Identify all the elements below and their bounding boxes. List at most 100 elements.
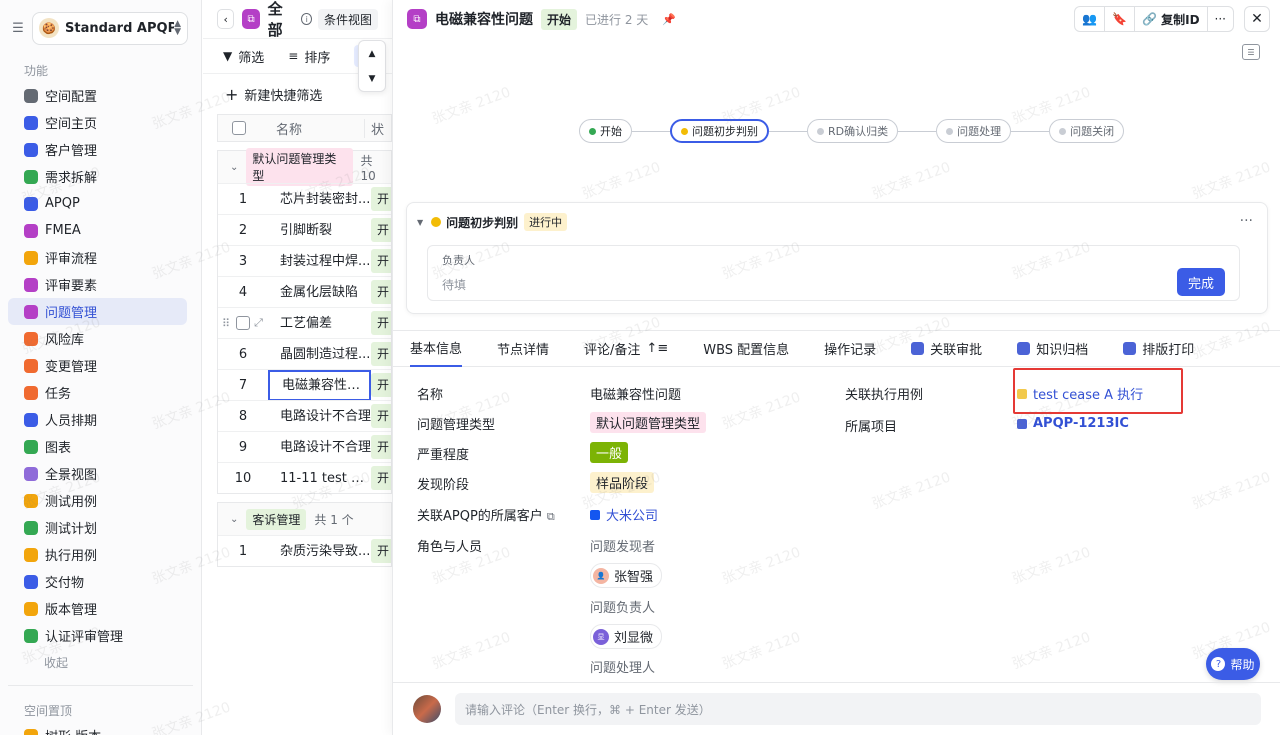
table-row[interactable]: 7 电磁兼容性问题开 xyxy=(218,369,391,401)
group-chevron-icon[interactable]: ⌄ xyxy=(230,514,238,525)
sidebar-item[interactable]: 空间配置 xyxy=(8,82,187,109)
row-status[interactable]: 开 xyxy=(371,466,391,490)
sidebar-item[interactable]: 交付物 xyxy=(8,568,187,595)
help-button[interactable]: ? 帮助 xyxy=(1206,648,1260,680)
sidebar-item[interactable]: 执行用例 xyxy=(8,541,187,568)
table-row[interactable]: 10 11-11 test cas...开 xyxy=(218,462,391,493)
filter-button[interactable]: ▼ 筛选 xyxy=(223,47,264,66)
field-phase-value[interactable]: 样品阶段 xyxy=(590,472,655,493)
row-name[interactable]: 11-11 test cas... xyxy=(268,463,371,494)
row-name[interactable]: 电路设计不合理 xyxy=(268,401,371,432)
field-customer-value[interactable]: 大米公司 xyxy=(590,505,658,524)
row-name[interactable]: 杂质污染导致... xyxy=(268,536,371,567)
status-badge[interactable]: 开始 xyxy=(541,8,578,30)
table-row[interactable]: ⠿ ⤢ 工艺偏差开 xyxy=(218,307,391,338)
row-status[interactable]: 开 xyxy=(371,280,391,304)
field-type-value[interactable]: 默认问题管理类型 xyxy=(590,412,707,433)
sidebar-item[interactable]: 问题管理 xyxy=(8,298,187,325)
sidebar-item[interactable]: APQP xyxy=(8,190,187,217)
table-row[interactable]: 2 引脚断裂开 xyxy=(218,214,391,245)
row-name[interactable]: 晶圆制造过程... xyxy=(268,339,371,370)
members-icon[interactable]: 👥 xyxy=(1075,7,1106,31)
stage-owner-input[interactable]: 待填 xyxy=(442,276,1225,293)
row-status[interactable]: 开 xyxy=(371,187,391,211)
comment-input[interactable]: 请输入评论（Enter 换行，⌘ + Enter 发送） xyxy=(455,693,1261,725)
row-status[interactable]: 开 xyxy=(371,249,391,273)
tab-item[interactable]: 操作记录 xyxy=(824,330,876,367)
row-name[interactable]: 引脚断裂 xyxy=(268,215,371,246)
back-icon[interactable]: ‹ xyxy=(217,9,235,29)
tab-item[interactable]: 评论/备注 ↑≡ xyxy=(584,330,668,367)
table-row[interactable]: 1 杂质污染导致... 开 xyxy=(218,535,391,566)
table-row[interactable]: 1 芯片封装密封... 开 xyxy=(218,183,391,214)
table-row[interactable]: 3 封装过程中焊... 开 xyxy=(218,245,391,276)
info-icon[interactable]: i xyxy=(301,13,312,25)
sidebar-item[interactable]: 风险库 xyxy=(8,325,187,352)
table-row[interactable]: 6 晶圆制造过程... 开 xyxy=(218,338,391,369)
row-name[interactable]: 封装过程中焊... xyxy=(268,246,371,277)
sidebar-item[interactable]: 测试用例 xyxy=(8,487,187,514)
tab-item[interactable]: WBS 配置信息 xyxy=(703,330,789,367)
owner-person[interactable]: 显刘显微 xyxy=(590,624,663,649)
select-all-checkbox[interactable] xyxy=(232,121,246,135)
tab-item[interactable]: 关联审批 xyxy=(911,330,982,367)
tab-item[interactable]: 排版打印 xyxy=(1123,330,1194,367)
finder-person[interactable]: 👤 张智强 xyxy=(590,563,663,588)
sort-button[interactable]: ≡ 排序 xyxy=(288,47,330,66)
sidebar-item[interactable]: 版本管理 xyxy=(8,595,187,622)
sidebar-pinned-item[interactable]: 树形 版本 xyxy=(8,722,187,735)
expand-icon[interactable]: ⤢ xyxy=(254,316,263,330)
row-status[interactable]: 开 xyxy=(371,435,391,459)
row-name[interactable]: 电路设计不合理 xyxy=(268,432,371,463)
sidebar-item[interactable]: 认证评审管理 xyxy=(8,622,187,649)
row-status[interactable]: 开 xyxy=(371,404,391,428)
row-status[interactable]: 开 xyxy=(371,373,391,397)
field-severity-value[interactable]: 一般 xyxy=(590,442,629,463)
list-title[interactable]: 全部 xyxy=(268,0,294,40)
sidebar-collapse-icon[interactable]: ☰ xyxy=(10,20,26,36)
flow-node[interactable]: 开始 xyxy=(579,119,632,143)
sidebar-item[interactable]: 变更管理 xyxy=(8,352,187,379)
field-project-value[interactable]: APQP-1213IC xyxy=(1017,416,1129,431)
sort-order-icon[interactable]: ↑≡ xyxy=(646,341,668,356)
flow-node[interactable]: 问题初步判别 xyxy=(670,119,769,143)
row-checkbox[interactable] xyxy=(236,316,251,330)
layout-toggle-icon[interactable]: ☰ xyxy=(1242,44,1260,60)
sidebar-item[interactable]: 需求拆解 xyxy=(8,163,187,190)
tab-item[interactable]: 基本信息 xyxy=(410,330,463,367)
row-name[interactable]: 电磁兼容性问题 xyxy=(268,369,371,401)
field-name-value[interactable]: 电磁兼容性问题 xyxy=(590,384,681,403)
row-status[interactable]: 开 xyxy=(371,218,391,242)
more-icon[interactable]: ··· xyxy=(1208,7,1233,31)
drag-handle-icon[interactable]: ⠿ xyxy=(222,317,230,330)
flow-node[interactable]: 问题关闭 xyxy=(1049,119,1125,143)
sidebar-item[interactable]: 任务 xyxy=(8,379,187,406)
tab-item[interactable]: 知识归档 xyxy=(1017,330,1088,367)
table-row[interactable]: 4 金属化层缺陷开 xyxy=(218,276,391,307)
row-status[interactable]: 开 xyxy=(371,539,391,563)
group-header[interactable]: ⌄ 客诉管理共 1 个 xyxy=(218,503,391,535)
scroll-up-icon[interactable]: ▲ xyxy=(369,49,376,59)
sidebar-item[interactable]: 测试计划 xyxy=(8,514,187,541)
complete-button[interactable]: 完成 xyxy=(1177,268,1225,296)
close-icon[interactable]: ✕ xyxy=(1244,6,1270,32)
flow-node[interactable]: 问题处理 xyxy=(936,119,1012,143)
stage-more-icon[interactable]: ··· xyxy=(1240,213,1253,229)
sidebar-item[interactable]: 评审流程 xyxy=(8,244,187,271)
sidebar-item[interactable]: 人员排期 xyxy=(8,406,187,433)
group-header[interactable]: ⌄ 默认问题管理类型共 10 xyxy=(218,148,391,186)
table-row[interactable]: 9 电路设计不合理开 xyxy=(218,431,391,462)
detail-title[interactable]: 电磁兼容性问题 xyxy=(435,9,533,29)
scroll-down-icon[interactable]: ▼ xyxy=(369,74,376,84)
row-handle[interactable]: ⠿ ⤢ xyxy=(218,316,268,330)
sidebar-item[interactable]: 全景视图 xyxy=(8,460,187,487)
sidebar-item[interactable]: FMEA xyxy=(8,217,187,244)
group-chevron-icon[interactable]: ⌄ xyxy=(230,162,238,173)
view-selector[interactable]: 条件视图 xyxy=(317,8,378,30)
flow-node[interactable]: RD确认归类 xyxy=(807,119,899,143)
copy-id-button[interactable]: 🔗 复制ID xyxy=(1135,7,1208,31)
collapse-link[interactable]: 收起 xyxy=(0,649,201,675)
row-name[interactable]: 芯片封装密封... xyxy=(268,184,371,215)
pin-icon[interactable]: 📌 xyxy=(662,13,676,26)
sidebar-item[interactable]: 评审要素 xyxy=(8,271,187,298)
